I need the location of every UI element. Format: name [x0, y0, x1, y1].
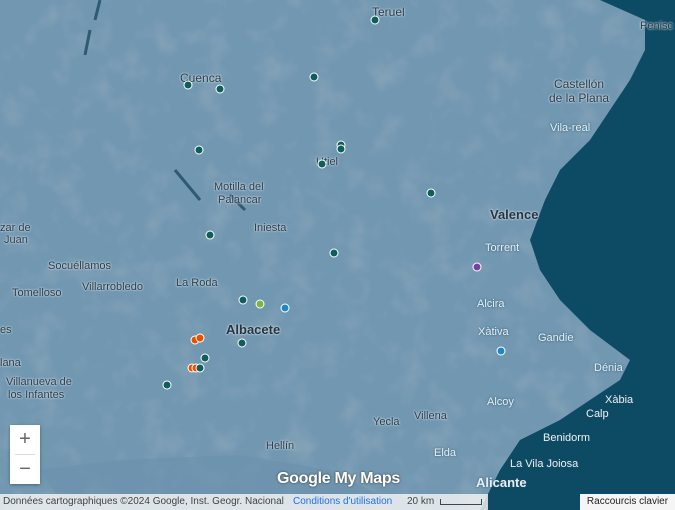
place-label: La Vila Joiosa [510, 458, 579, 470]
place-label: Elda [434, 447, 457, 459]
place-label: Dénia [594, 362, 623, 374]
place-label: Calp [586, 408, 609, 420]
place-label: Hellín [266, 440, 295, 452]
place-label: es [0, 324, 12, 336]
copyright-text: Données cartographiques ©2024 Google, In… [3, 496, 284, 507]
map-marker[interactable] [309, 72, 319, 82]
place-label: Castellón [554, 77, 605, 91]
place-label: Vila-real [550, 122, 591, 134]
place-label: Benidorm [543, 432, 591, 444]
scale-label: 20 km [407, 496, 435, 507]
place-label: Socuéllamos [48, 260, 111, 272]
place-label: de la Plana [549, 91, 610, 105]
place-label: los Infantes [8, 389, 65, 401]
map-marker[interactable] [317, 159, 327, 169]
place-label: Alicante [476, 475, 527, 490]
place-label: Xàbia [605, 394, 634, 406]
place-label: Penisc [640, 20, 674, 32]
map-marker[interactable] [336, 144, 346, 154]
map-marker[interactable] [255, 299, 265, 309]
map-marker[interactable] [426, 188, 436, 198]
map-marker[interactable] [237, 338, 247, 348]
map-marker[interactable] [194, 145, 204, 155]
place-label: Juan [4, 234, 28, 246]
map-marker[interactable] [238, 295, 248, 305]
place-label: Alcira [477, 298, 505, 310]
map-footer: Données cartographiques ©2024 Google, In… [0, 494, 488, 510]
zoom-in-button[interactable]: + [10, 425, 40, 454]
place-label: zar de [0, 222, 31, 234]
terms-link[interactable]: Conditions d'utilisation [293, 494, 392, 510]
scale-bar [440, 499, 482, 505]
map-marker[interactable] [162, 380, 172, 390]
place-label: lana [0, 357, 21, 369]
place-label: Alcoy [487, 396, 514, 408]
place-label: Villanueva de [6, 376, 72, 388]
map-marker[interactable] [472, 262, 482, 272]
map-marker[interactable] [195, 333, 205, 343]
place-label: Iniesta [254, 222, 287, 234]
place-label: Xàtiva [478, 326, 509, 338]
map-marker[interactable] [195, 363, 205, 373]
place-label: Villena [414, 410, 447, 422]
zoom-control: + − [10, 425, 40, 484]
zoom-out-button[interactable]: − [10, 455, 40, 484]
place-label: Torrent [485, 242, 520, 254]
place-label: Motilla del [214, 181, 264, 193]
map-canvas[interactable]: Teruel Penisc Cuenca Castellón de la Plana Vi… [0, 0, 675, 510]
place-label: Tomelloso [12, 287, 62, 299]
keyboard-shortcuts-button[interactable]: Raccourcis clavier [580, 494, 675, 510]
map-marker[interactable] [200, 353, 210, 363]
map-marker[interactable] [280, 303, 290, 313]
place-label: Gandie [538, 332, 574, 344]
place-label: Palancar [218, 194, 262, 206]
place-label: Villarrobledo [82, 281, 143, 293]
place-label: Yecla [373, 416, 400, 428]
map-marker[interactable] [496, 346, 506, 356]
place-label: Albacete [226, 322, 281, 337]
map-marker[interactable] [183, 80, 193, 90]
map-marker[interactable] [329, 248, 339, 258]
map-marker[interactable] [215, 84, 225, 94]
google-my-maps-logo: Google My Maps [277, 470, 400, 487]
map-marker[interactable] [205, 230, 215, 240]
map-marker[interactable] [370, 15, 380, 25]
place-label: La Roda [176, 277, 218, 289]
place-label: Valence [490, 207, 539, 222]
